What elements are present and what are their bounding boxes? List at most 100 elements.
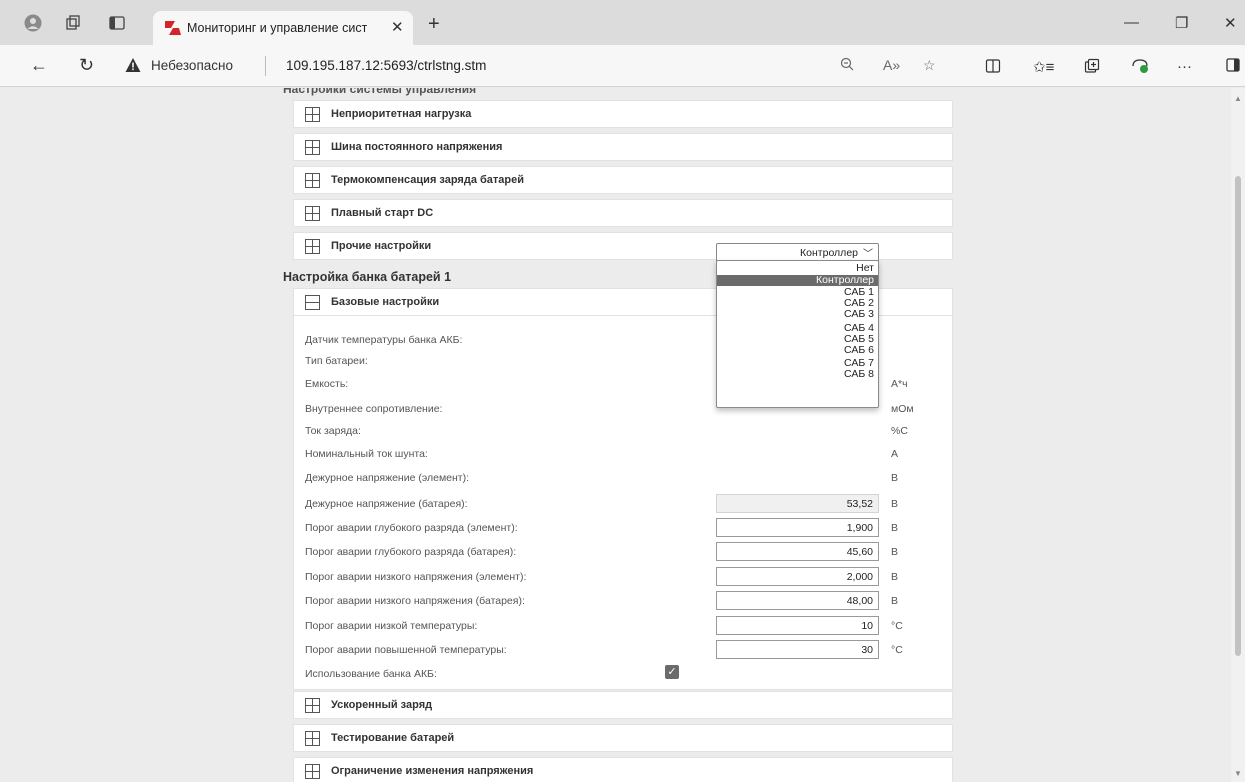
dropdown-option-selected[interactable]: Контроллер [717, 275, 878, 286]
url-separator [265, 56, 266, 76]
expand-plus-icon[interactable] [305, 239, 320, 254]
panel-label: Плавный старт DC [331, 207, 434, 219]
section-title-control-system: Настройки системы управления [283, 88, 477, 96]
row-unit: °C [891, 620, 903, 632]
row-label: Тип батареи: [305, 355, 368, 367]
row-unit: В [891, 498, 899, 510]
bank-use-label: Использование банка АКБ: [305, 668, 437, 680]
dropdown-option[interactable]: САБ 3 [717, 309, 878, 320]
profile-icon[interactable] [24, 14, 42, 32]
minimize-button[interactable]: — [1124, 14, 1139, 31]
sidebar-toggle-icon[interactable] [1226, 58, 1240, 76]
temp-sensor-dropdown: Нет Контроллер САБ 1 САБ 2 САБ 3 САБ 4 С… [716, 260, 879, 408]
row-label: Дежурное напряжение (батарея): [305, 498, 468, 510]
row-unit: В [891, 472, 899, 484]
zoom-icon[interactable] [840, 57, 854, 74]
tab-bar: Мониторинг и управление сист ✕ + — ❐ ✕ [0, 0, 1245, 45]
panel-label: Тестирование батарей [331, 732, 455, 744]
expand-plus-icon[interactable] [305, 173, 320, 188]
scroll-down-arrow-icon[interactable]: ▼ [1234, 769, 1242, 778]
dropdown-option[interactable]: САБ 6 [717, 345, 878, 356]
expand-plus-icon[interactable] [305, 698, 320, 713]
field-deep-discharge-cell[interactable]: 1,900 [716, 518, 879, 537]
page-content: Настройки системы управления Неприоритет… [0, 88, 1231, 782]
tab-close-icon[interactable]: ✕ [391, 18, 404, 36]
row-label: Порог аварии глубокого разряда (элемент)… [305, 522, 518, 534]
row-label: Ток заряда: [305, 425, 361, 437]
row-label: Порог аварии глубокого разряда (батарея)… [305, 546, 517, 558]
new-tab-button[interactable]: + [428, 13, 440, 36]
collapse-minus-icon[interactable] [305, 295, 320, 310]
field-low-voltage-battery[interactable]: 48,00 [716, 591, 879, 610]
security-warning-text[interactable]: Небезопасно [151, 58, 233, 73]
panel-label: Неприоритетная нагрузка [331, 108, 472, 120]
scrollbar-thumb[interactable] [1235, 176, 1241, 656]
warning-icon[interactable] [125, 57, 141, 73]
url-text[interactable]: 109.195.187.12:5693/ctrlstng.stm [286, 58, 486, 73]
row-label: Порог аварии низкого напряжения (батарея… [305, 595, 525, 607]
browser-essentials-icon[interactable] [1131, 58, 1149, 78]
favorites-list-icon[interactable]: ✩≡ [1033, 58, 1054, 76]
vertical-scrollbar[interactable]: ▲ ▼ [1231, 88, 1245, 782]
site-logo-icon [165, 21, 181, 35]
field-low-voltage-cell[interactable]: 2,000 [716, 567, 879, 586]
row-unit: В [891, 546, 899, 558]
field-low-temp[interactable]: 10 [716, 616, 879, 635]
panel-battery-testing[interactable]: Тестирование батарей [293, 724, 953, 752]
row-unit: %C [891, 425, 908, 437]
panel-label: Прочие настройки [331, 240, 432, 252]
url-field[interactable]: Небезопасно 109.195.187.12:5693/ctrlstng… [115, 50, 965, 82]
field-high-temp[interactable]: 30 [716, 640, 879, 659]
more-menu-icon[interactable]: ··· [1177, 58, 1192, 75]
panel-thermocompensation[interactable]: Термокомпенсация заряда батарей [293, 166, 953, 194]
row-label: Дежурное напряжение (элемент): [305, 472, 470, 484]
expand-plus-icon[interactable] [305, 731, 320, 746]
favorite-star-icon[interactable]: ☆ [923, 57, 936, 74]
row-label: Внутреннее сопротивление: [305, 403, 443, 415]
field-float-voltage-battery: 53,52 [716, 494, 879, 513]
expand-plus-icon[interactable] [305, 140, 320, 155]
close-window-button[interactable]: ✕ [1224, 14, 1237, 32]
panel-label: Термокомпенсация заряда батарей [331, 174, 525, 186]
expand-plus-icon[interactable] [305, 764, 320, 779]
row-unit: А [891, 448, 899, 460]
field-deep-discharge-battery[interactable]: 45,60 [716, 542, 879, 561]
row-unit: А*ч [891, 378, 908, 390]
row-label: Емкость: [305, 378, 349, 390]
collections-icon[interactable] [64, 14, 82, 32]
panel-nonpriority-load[interactable]: Неприоритетная нагрузка [293, 100, 953, 128]
panel-soft-start-dc[interactable]: Плавный старт DC [293, 199, 953, 227]
panel-label: Ограничение изменения напряжения [331, 765, 534, 777]
row-unit: В [891, 571, 899, 583]
row-label: Порог аварии повышенной температуры: [305, 644, 507, 656]
temp-sensor-label: Датчик температуры банка АКБ: [305, 334, 463, 346]
panel-label: Ускоренный заряд [331, 699, 433, 711]
active-tab[interactable]: Мониторинг и управление сист ✕ [153, 11, 413, 45]
split-screen-icon[interactable] [985, 58, 1001, 78]
read-aloud-icon[interactable]: A» [883, 57, 900, 73]
refresh-icon[interactable]: ↻ [79, 55, 94, 76]
expand-plus-icon[interactable] [305, 206, 320, 221]
dropdown-option[interactable]: Нет [717, 263, 878, 274]
panel-label: Базовые настройки [331, 296, 440, 308]
panel-voltage-change-limit[interactable]: Ограничение изменения напряжения [293, 757, 953, 782]
row-label: Порог аварии низкой температуры: [305, 620, 478, 632]
tab-title: Мониторинг и управление сист [187, 21, 367, 35]
restore-button[interactable]: ❐ [1175, 14, 1188, 32]
expand-plus-icon[interactable] [305, 107, 320, 122]
dropdown-option[interactable]: САБ 8 [717, 369, 878, 380]
scroll-up-arrow-icon[interactable]: ▲ [1234, 94, 1242, 103]
row-unit: В [891, 522, 899, 534]
row-unit: В [891, 595, 899, 607]
panel-label: Шина постоянного напряжения [331, 141, 503, 153]
panel-boost-charge[interactable]: Ускоренный заряд [293, 691, 953, 719]
vertical-tabs-icon[interactable] [108, 14, 126, 32]
section-title-battery-bank: Настройка банка батарей 1 [283, 270, 452, 284]
collections-add-icon[interactable] [1084, 58, 1100, 78]
panel-dc-bus[interactable]: Шина постоянного напряжения [293, 133, 953, 161]
row-unit: мОм [891, 403, 914, 415]
address-bar-row: ← ↻ Небезопасно 109.195.187.12:5693/ctrl… [0, 45, 1245, 87]
back-arrow-icon[interactable]: ← [30, 55, 48, 76]
bank-use-checkbox[interactable]: ✓ [665, 665, 679, 679]
chevron-down-icon: ﹀ [863, 249, 873, 260]
